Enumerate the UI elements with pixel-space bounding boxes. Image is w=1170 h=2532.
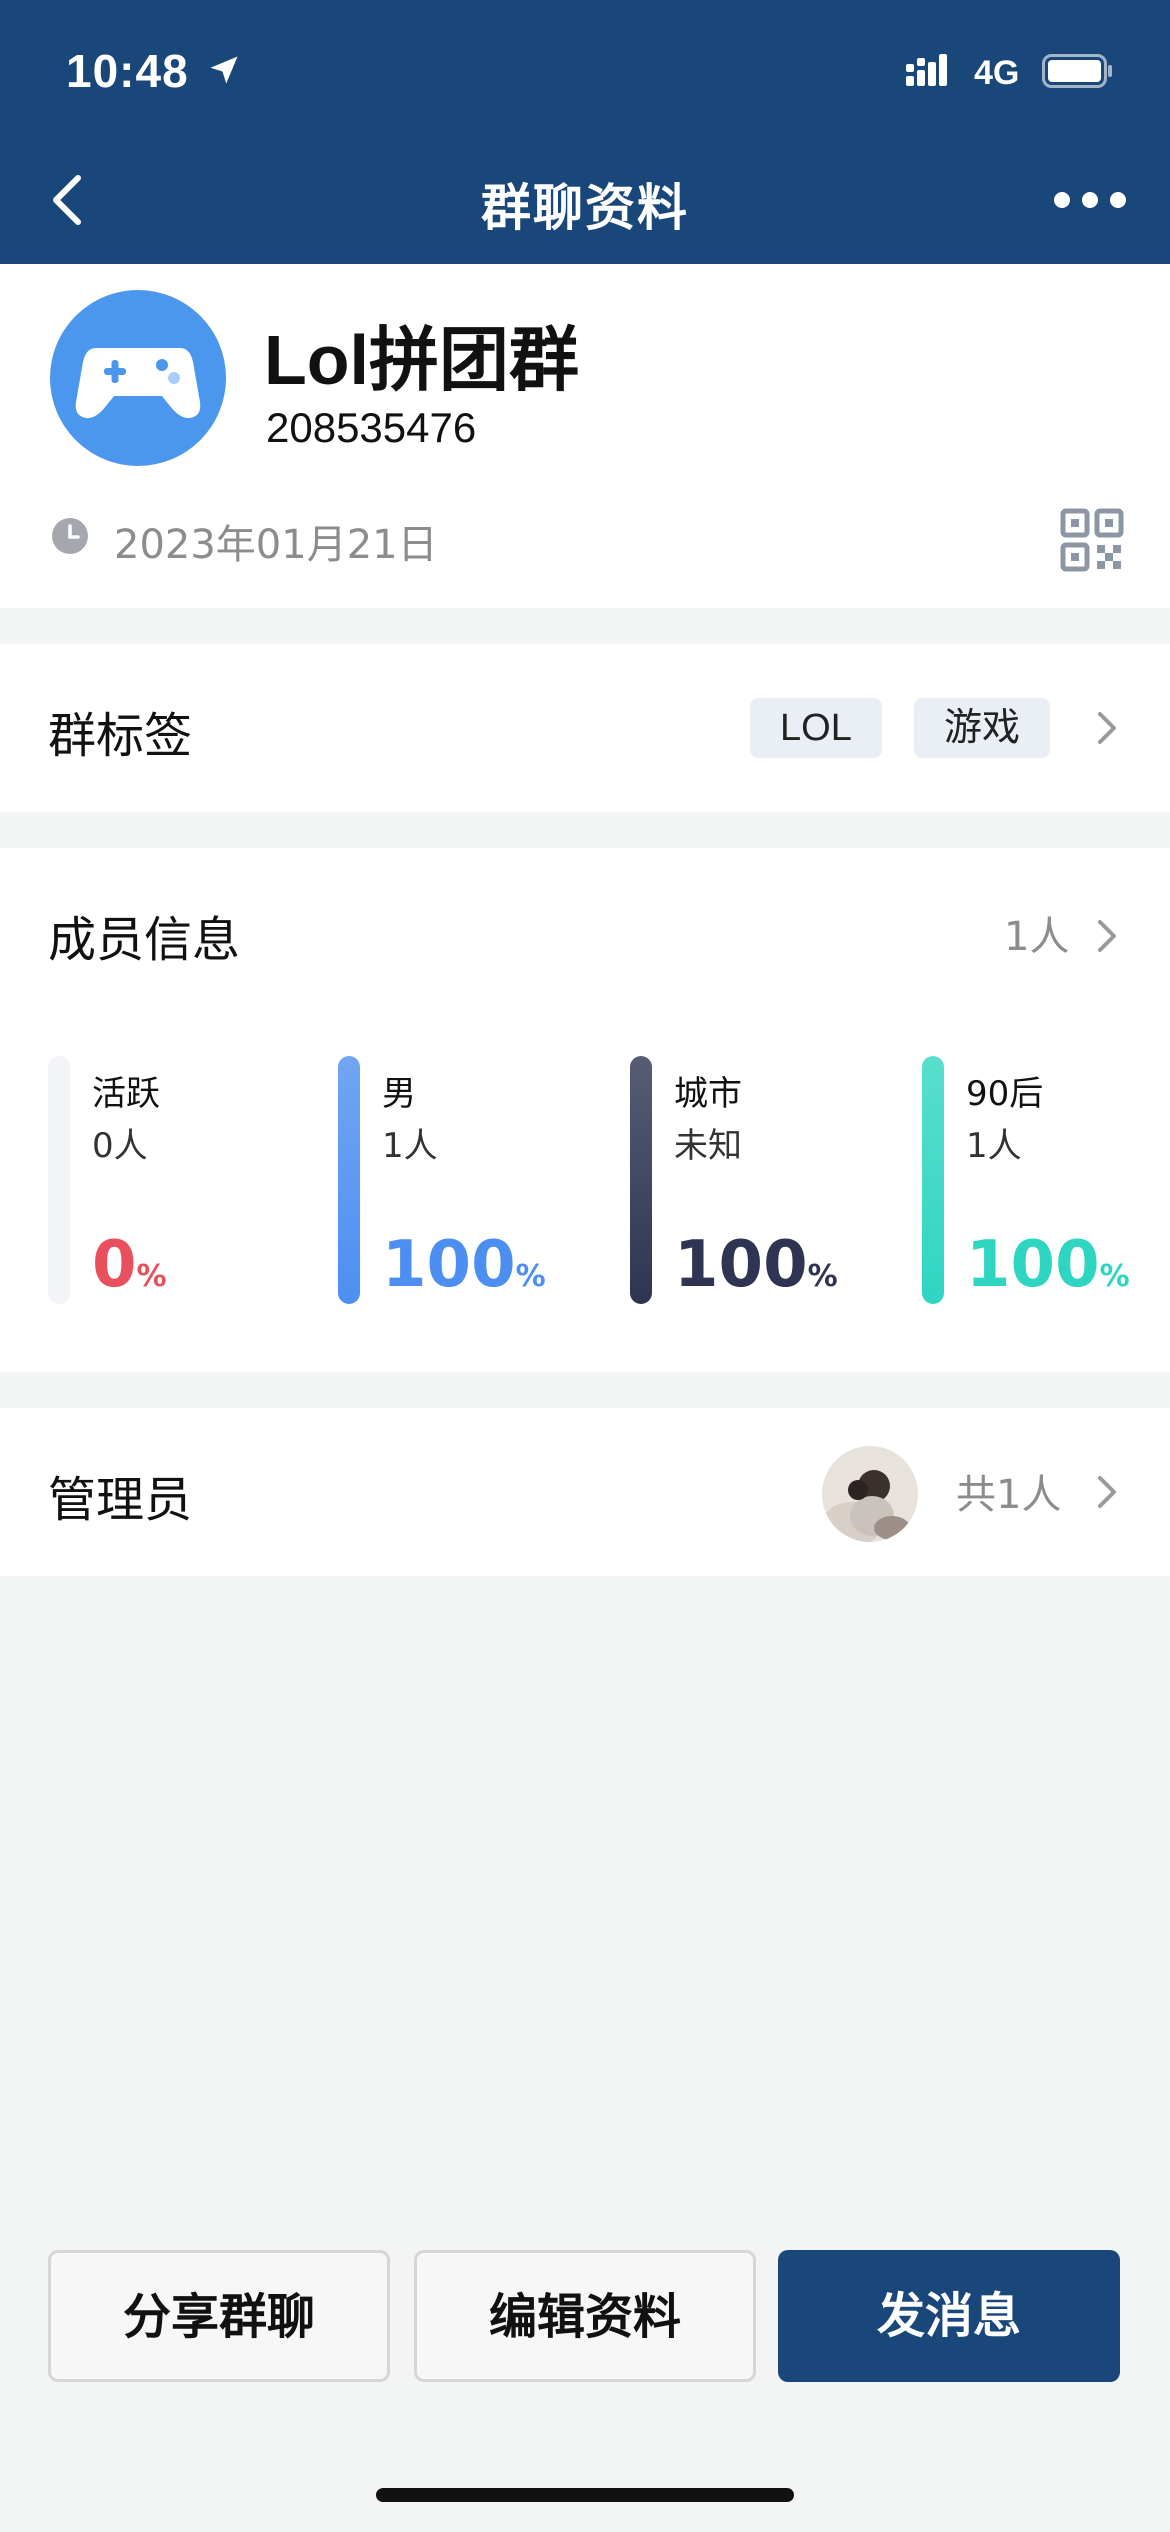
- tag-chip[interactable]: 游戏: [914, 698, 1051, 758]
- chevron-right-icon: [1098, 1476, 1116, 1508]
- stat-active: 活跃 0人 0%: [48, 1056, 308, 1316]
- status-bar: 10:48 4G: [0, 40, 1170, 110]
- stat-number: 100: [382, 1228, 516, 1302]
- stat-label: 活跃: [92, 1074, 160, 1114]
- chevron-right-icon: [1098, 712, 1116, 744]
- admin-count: 共1人: [956, 1472, 1062, 1518]
- stat-value: 100%: [966, 1228, 1130, 1302]
- stat-sub: 未知: [674, 1126, 742, 1166]
- signal-icon: [906, 54, 947, 86]
- stat-unit: %: [136, 1259, 167, 1294]
- stat-sub: 1人: [966, 1126, 1022, 1166]
- stat-bar: [922, 1056, 944, 1304]
- stat-label: 城市: [674, 1074, 742, 1114]
- home-indicator[interactable]: [376, 2488, 794, 2502]
- admin-avatar[interactable]: [822, 1446, 918, 1542]
- created-date: 2023年01月21日: [114, 522, 438, 568]
- bottom-action-bar: 分享群聊 编辑资料 发消息: [0, 2204, 1170, 2532]
- chevron-right-icon[interactable]: [1094, 916, 1120, 956]
- location-arrow-icon: [210, 56, 238, 84]
- stat-number: 0: [92, 1228, 137, 1302]
- nav-bar: 群聊资料: [0, 160, 1170, 240]
- stat-value: 100%: [674, 1228, 838, 1302]
- stat-male: 男 1人 100%: [338, 1056, 598, 1316]
- stat-bar: [48, 1056, 70, 1304]
- member-info-card: 成员信息 1人 活跃 0人 0% 男 1人 100% 城市 未知 100% 90…: [0, 848, 1170, 1372]
- send-message-button[interactable]: 发消息: [778, 2250, 1120, 2382]
- admin-row[interactable]: 管理员 共1人: [0, 1408, 1170, 1576]
- stat-bar: [338, 1056, 360, 1304]
- clock-icon: [52, 518, 88, 554]
- stat-bar: [630, 1056, 652, 1304]
- header: 10:48 4G 群聊资料: [0, 0, 1170, 264]
- admin-label: 管理员: [48, 1472, 193, 1528]
- group-info-card: Lol拼团群 208535476 2023年01月21日: [0, 264, 1170, 608]
- stat-city: 城市 未知 100%: [630, 1056, 890, 1316]
- tag-chip[interactable]: LOL: [750, 698, 882, 758]
- tags-label: 群标签: [48, 708, 193, 764]
- gamepad-icon: [75, 348, 201, 419]
- edit-profile-button[interactable]: 编辑资料: [414, 2250, 756, 2382]
- stat-unit: %: [1099, 1259, 1130, 1294]
- group-name: Lol拼团群: [264, 321, 579, 399]
- share-group-button[interactable]: 分享群聊: [48, 2250, 390, 2382]
- battery-icon: [1042, 54, 1112, 88]
- more-options-icon[interactable]: [1050, 180, 1130, 220]
- stat-label: 90后: [966, 1074, 1044, 1114]
- stat-number: 100: [966, 1228, 1100, 1302]
- stat-unit: %: [807, 1259, 838, 1294]
- member-count[interactable]: 1人: [1004, 904, 1069, 962]
- status-time: 10:48: [66, 45, 189, 97]
- members-label: 成员信息: [48, 912, 241, 968]
- stat-label: 男: [382, 1074, 416, 1114]
- qr-code-icon[interactable]: [1060, 508, 1124, 572]
- group-avatar[interactable]: [50, 290, 226, 466]
- stat-sub: 1人: [382, 1126, 438, 1166]
- group-tags-row[interactable]: 群标签 LOL 游戏: [0, 644, 1170, 812]
- stat-value: 100%: [382, 1228, 546, 1302]
- stat-unit: %: [515, 1259, 546, 1294]
- group-id: 208535476: [266, 404, 477, 451]
- stat-post90s: 90后 1人 100%: [922, 1056, 1170, 1316]
- stat-number: 100: [674, 1228, 808, 1302]
- stat-value: 0%: [92, 1228, 167, 1302]
- stat-sub: 0人: [92, 1126, 148, 1166]
- page-title: 群聊资料: [481, 179, 689, 237]
- network-type: 4G: [974, 54, 1020, 92]
- admin-photo: [822, 1446, 918, 1542]
